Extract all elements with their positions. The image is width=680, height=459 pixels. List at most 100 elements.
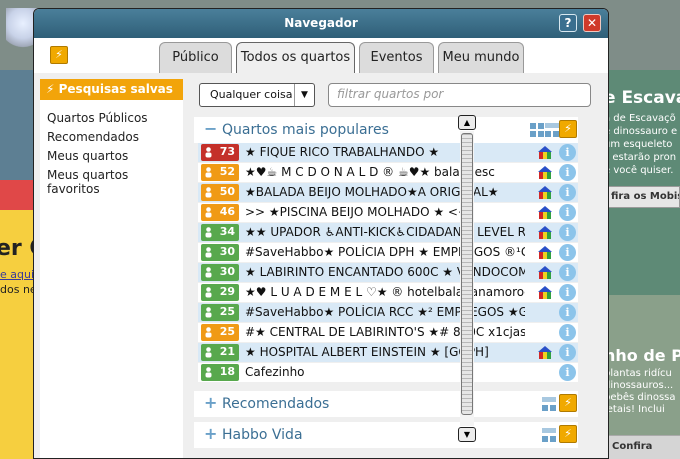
user-count-badge: 46 [201,204,239,221]
group-badge-icon[interactable] [538,146,552,159]
user-count-badge: 30 [201,264,239,281]
person-icon [205,147,212,158]
info-icon[interactable]: i [559,264,576,281]
sidebar-item-meus-quartos-favoritos[interactable]: Meus quartos favoritos [47,168,183,196]
room-row[interactable]: 30 ★ LABIRINTO ENCANTADO 600C ★ VENDOCOM… [198,263,578,282]
group-badge-icon[interactable] [538,186,552,199]
info-icon[interactable]: i [559,244,576,261]
promo-bar-button[interactable]: Confira [604,435,680,459]
promo-text: a de Escavaçõ e dinossauro e um esquelet… [604,113,678,176]
help-button[interactable]: ? [559,14,577,32]
tab-meu-mundo[interactable]: Meu mundo [438,42,524,73]
user-count-badge: 29 [201,284,239,301]
person-icon [205,287,212,298]
scroll-down-button[interactable]: ▼ [458,427,476,442]
info-icon[interactable]: i [559,364,576,381]
person-icon [205,227,212,238]
person-icon [205,347,212,358]
window-titlebar[interactable]: Navegador ? ✕ [34,9,608,38]
info-icon[interactable]: i [559,184,576,201]
person-icon [205,367,212,378]
promo-text-2: plantas ridícu dinossauros... bebês dino… [604,368,676,415]
sidebar-item-meus-quartos[interactable]: Meus quartos [47,149,128,163]
grid-view-icon[interactable] [542,397,556,411]
person-icon [205,307,212,318]
group-badge-icon[interactable] [538,206,552,219]
category-habbo-vida[interactable]: + Habbo Vida ⚡ [194,422,578,448]
room-row[interactable]: 46 >> ★PISCINA BEIJO MOLHADO ★ << i [198,203,578,222]
room-row[interactable]: 21 ★ HOSPITAL ALBERT EINSTEIN ★ [GOPH] i [198,343,578,362]
info-icon[interactable]: i [559,204,576,221]
room-name: ★ HOSPITAL ALBERT EINSTEIN ★ [GOPH] [245,345,489,359]
info-icon[interactable]: i [559,224,576,241]
room-name: #★ CENTRAL DE LABIRINTO'S ★# 800C x1cjas… [245,325,525,339]
info-icon[interactable]: i [559,284,576,301]
lightning-icon[interactable]: ⚡ [559,425,577,443]
room-row[interactable]: 25 #★ CENTRAL DE LABIRINTO'S ★# 800C x1c… [198,323,578,342]
room-row[interactable]: 25 #SaveHabbo★ POLÍCIA RCC ★² EMPREGOS ★… [198,303,578,322]
close-button[interactable]: ✕ [583,14,601,32]
sidebar-item-recomendados[interactable]: Recomendados [47,130,139,144]
list-view-icon[interactable] [545,123,559,137]
room-name: ★BALADA BEIJO MOLHADO★A ORIGINAL★ [245,185,499,199]
user-count-badge: 50 [201,184,239,201]
group-badge-icon[interactable] [538,246,552,259]
room-row[interactable]: 18 Cafezinho i [198,363,578,382]
background-left-link[interactable]: e aqui [0,268,34,281]
tab-bar: ⚡ Público Todos os quartos Eventos Meu m… [34,38,608,74]
saved-searches-header[interactable]: ⚡ Pesquisas salvas [40,79,183,100]
user-count-badge: 25 [201,304,239,321]
scroll-track[interactable] [460,131,474,426]
room-list-scrollbar[interactable]: ▲ ▼ [458,115,476,442]
room-name: Cafezinho [245,365,305,379]
expand-icon[interactable]: + [204,424,217,443]
info-icon[interactable]: i [559,324,576,341]
lightning-icon[interactable]: ⚡ [50,46,68,64]
info-icon[interactable]: i [559,164,576,181]
scroll-thumb[interactable] [461,133,473,415]
group-badge-icon[interactable] [538,346,552,359]
room-name: ★♥☕ M C D O N A L D ® ☕♥★ baladaesc [245,165,495,179]
sidebar-item-quartos-publicos[interactable]: Quartos Públicos [47,111,148,125]
info-icon[interactable]: i [559,144,576,161]
saved-searches-title: Pesquisas salvas [58,82,173,96]
category-quartos-mais-populares[interactable]: − Quartos mais populares ⚡ [194,117,578,143]
room-row[interactable]: 29 ★♥ L U A D E M E L ♡★ ® hotelbaladana… [198,283,578,302]
room-name: #SaveHabbo★ POLÍCIA DPH ★ EMPREGOS ®¹G [245,245,525,259]
person-icon [205,207,212,218]
saved-searches-panel: ⚡ Pesquisas salvas Quartos Públicos Reco… [40,79,183,458]
room-row[interactable]: 52 ★♥☕ M C D O N A L D ® ☕♥★ baladaesc i [198,163,578,182]
group-badge-icon[interactable] [538,166,552,179]
group-badge-icon[interactable] [538,286,552,299]
room-row[interactable]: 73 ★ FIQUE RICO TRABALHANDO ★ i [198,143,578,162]
filter-type-dropdown[interactable]: Qualquer coisa ▼ [199,83,315,107]
tab-eventos[interactable]: Eventos [359,42,434,73]
navigator-window: Navegador ? ✕ ⚡ Público Todos os quartos… [33,8,609,459]
collapse-icon[interactable]: − [204,119,217,138]
room-name: ★♥ L U A D E M E L ♡★ ® hotelbaladanamor… [245,285,525,299]
expand-icon[interactable]: + [204,393,217,412]
group-badge-icon[interactable] [538,266,552,279]
room-row[interactable]: 34 ★★ UPADOR ♿ANTI-KICK♿CIDADANIA LEVEL … [198,223,578,242]
room-results: Qualquer coisa ▼ filtrar quartos por − Q… [194,79,606,458]
category-label: Quartos mais populares [222,122,389,138]
lightning-icon[interactable]: ⚡ [559,120,577,138]
chevron-down-icon: ▼ [294,84,314,106]
room-row[interactable]: 50 ★BALADA BEIJO MOLHADO★A ORIGINAL★ i [198,183,578,202]
promo-button[interactable]: fira os Mobis [604,186,680,208]
info-icon[interactable]: i [559,344,576,361]
room-filter-input[interactable]: filtrar quartos por [328,83,591,107]
person-icon [205,327,212,338]
category-recomendados[interactable]: + Recomendados ⚡ [194,391,578,417]
grid-view-icon[interactable] [542,428,556,442]
group-badge-icon[interactable] [538,226,552,239]
grid-view-icon[interactable] [530,123,544,137]
user-count-badge: 21 [201,344,239,361]
lightning-icon[interactable]: ⚡ [559,394,577,412]
tab-publico[interactable]: Público [159,42,232,73]
tab-todos-os-quartos[interactable]: Todos os quartos [236,42,355,74]
category-label: Habbo Vida [222,427,303,443]
room-row[interactable]: 30 #SaveHabbo★ POLÍCIA DPH ★ EMPREGOS ®¹… [198,243,578,262]
scroll-up-button[interactable]: ▲ [458,115,476,130]
info-icon[interactable]: i [559,304,576,321]
